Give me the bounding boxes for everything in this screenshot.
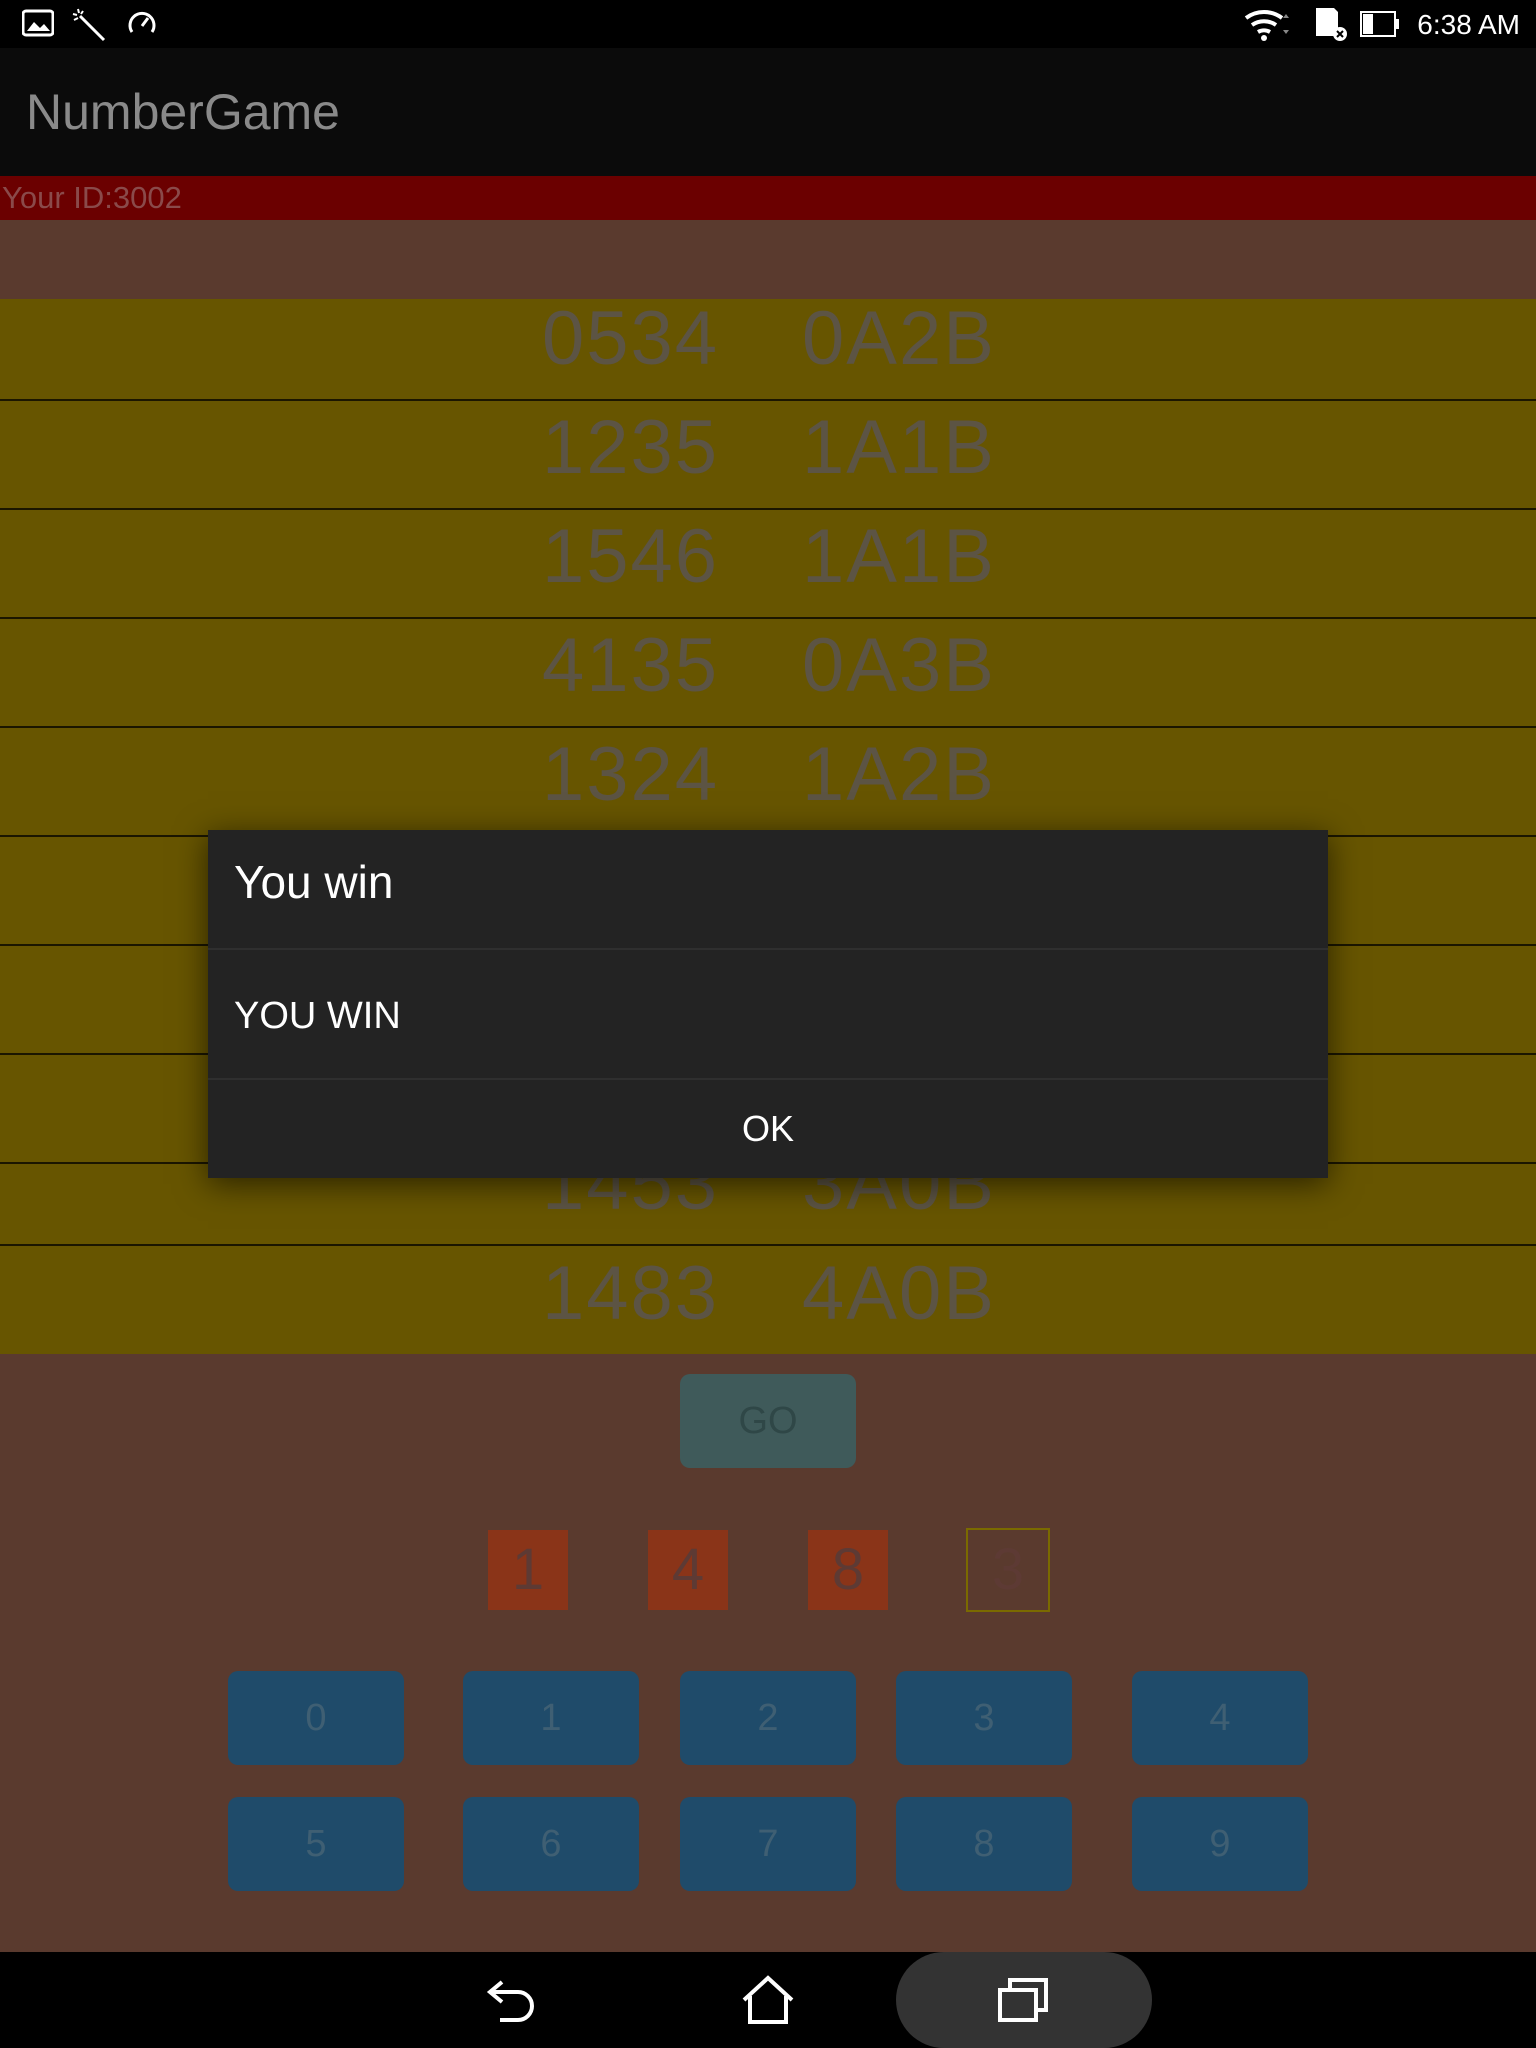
digit-slot[interactable]: 4 <box>648 1530 728 1610</box>
digit-slot[interactable]: 8 <box>808 1530 888 1610</box>
speedometer-icon <box>128 11 156 33</box>
clock: 6:38 AM <box>1417 9 1520 40</box>
history-row: 4135 0A3B <box>0 618 1536 728</box>
go-button[interactable]: GO <box>680 1374 856 1468</box>
history-row: 1546 1A1B <box>0 509 1536 619</box>
history-guess: 0534 <box>542 299 720 381</box>
key-9[interactable]: 9 <box>1132 1797 1308 1891</box>
home-button[interactable] <box>640 1952 896 2048</box>
wifi-icon <box>1244 10 1289 41</box>
history-result: 1A2B <box>802 732 996 817</box>
key-4[interactable]: 4 <box>1132 1671 1308 1765</box>
player-id-bar: Your ID:3002 <box>0 176 1536 220</box>
guess-history-list[interactable]: 0534 0A2B 1235 1A1B 1546 1A1B 4135 0A3B … <box>0 299 1536 1354</box>
dialog-title: You win <box>234 856 394 908</box>
history-guess: 1235 <box>542 405 720 490</box>
key-8[interactable]: 8 <box>896 1797 1072 1891</box>
history-guess: 1483 <box>542 1251 720 1336</box>
key-0[interactable]: 0 <box>228 1671 404 1765</box>
key-1[interactable]: 1 <box>463 1671 639 1765</box>
history-result: 1A1B <box>802 514 996 599</box>
digit-slot-selected[interactable]: 3 <box>966 1528 1050 1612</box>
digit-slot[interactable]: 1 <box>488 1530 568 1610</box>
divider <box>208 948 1328 950</box>
back-icon <box>486 1980 534 2022</box>
key-7[interactable]: 7 <box>680 1797 856 1891</box>
magic-wand-icon <box>72 8 106 42</box>
win-dialog: You win YOU WIN OK <box>208 830 1328 1178</box>
recent-apps-icon <box>998 1978 1048 2022</box>
battery-icon <box>1360 11 1399 37</box>
key-2[interactable]: 2 <box>680 1671 856 1765</box>
ok-button[interactable]: OK <box>208 1080 1328 1178</box>
history-result: 0A3B <box>802 623 996 708</box>
key-6[interactable]: 6 <box>463 1797 639 1891</box>
history-row: 1235 1A1B <box>0 400 1536 510</box>
history-guess: 1324 <box>542 732 720 817</box>
history-row: 0534 0A2B <box>0 299 1536 401</box>
history-guess: 4135 <box>542 623 720 708</box>
status-bar: 6:38 AM <box>0 0 1536 48</box>
history-result: 0A2B <box>802 299 996 381</box>
history-result: 4A0B <box>802 1251 996 1336</box>
back-button[interactable] <box>384 1952 640 2048</box>
image-icon <box>22 9 54 37</box>
history-result: 1A1B <box>802 405 996 490</box>
player-id-label: Your ID:3002 <box>2 180 182 215</box>
sd-card-icon <box>1316 8 1347 41</box>
recent-apps-button[interactable] <box>896 1952 1152 2048</box>
dialog-message: YOU WIN <box>234 995 401 1037</box>
app-title: NumberGame <box>26 84 340 140</box>
history-row: 1483 4A0B <box>0 1246 1536 1354</box>
history-guess: 1546 <box>542 514 720 599</box>
key-3[interactable]: 3 <box>896 1671 1072 1765</box>
history-row: 1324 1A2B <box>0 727 1536 837</box>
navigation-bar <box>0 1952 1536 2048</box>
home-icon <box>742 1975 794 2024</box>
key-5[interactable]: 5 <box>228 1797 404 1891</box>
action-bar: NumberGame <box>0 48 1536 176</box>
